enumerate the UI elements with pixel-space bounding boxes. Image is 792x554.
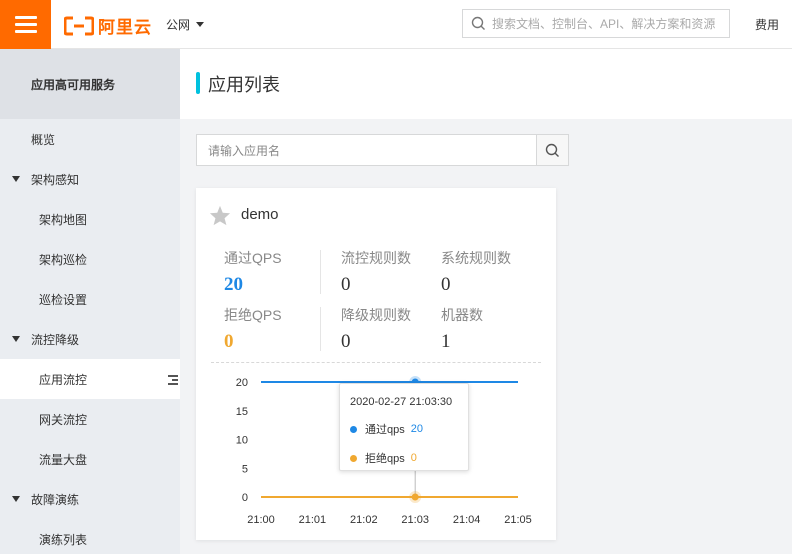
series-dot-icon xyxy=(350,425,357,433)
metric-degrade-rules: 降级规则数 0 xyxy=(341,305,411,353)
divider xyxy=(320,307,321,351)
metric-label: 降级规则数 xyxy=(341,307,411,323)
x-tick-label: 21:05 xyxy=(504,514,532,526)
tooltip-series-name: 通过qps xyxy=(365,424,405,436)
aliyun-logo[interactable]: 阿里云 xyxy=(64,13,152,38)
series-dot-icon xyxy=(350,454,357,462)
tooltip-row: 拒绝qps 0 xyxy=(350,450,458,466)
app-search: 请输入应用名 xyxy=(196,134,569,166)
page-title: 应用列表 xyxy=(208,75,280,95)
sidebar-item-architecture-map[interactable]: 架构地图 xyxy=(0,199,180,239)
search-placeholder: 搜索文档、控制台、API、解决方案和资源 xyxy=(492,17,716,31)
tooltip-row: 通过qps 20 xyxy=(350,421,458,437)
menu-icon-line xyxy=(14,23,37,26)
y-tick-label: 20 xyxy=(236,377,248,389)
sidebar-item-label: 流量大盘 xyxy=(39,452,88,467)
dashed-divider xyxy=(211,362,541,363)
app-card: demo 通过QPS 20 流控规则数 0 系统规则数 0 拒绝QPS 0 降级… xyxy=(196,188,556,540)
sidebar-group-flow-control[interactable]: 流控降级 xyxy=(0,319,180,359)
sidebar-item-label: 网关流控 xyxy=(39,412,88,427)
metric-value: 0 xyxy=(441,274,451,295)
sidebar-item-label: 架构感知 xyxy=(31,172,80,187)
region-label: 公网 xyxy=(166,18,191,32)
y-tick-label: 10 xyxy=(236,435,248,447)
menu-icon-line xyxy=(14,16,37,19)
app-name[interactable]: demo xyxy=(241,206,279,223)
page-header: 应用列表 xyxy=(180,49,792,119)
x-tick-label: 21:02 xyxy=(350,514,378,526)
sidebar-item-architecture-inspection[interactable]: 架构巡检 xyxy=(0,239,180,279)
sidebar-item-label: 巡检设置 xyxy=(39,292,88,307)
collapse-icon-line xyxy=(172,379,178,381)
metric-label: 流控规则数 xyxy=(341,250,411,266)
caret-down-icon xyxy=(12,336,20,342)
metric-label: 通过QPS xyxy=(224,250,282,266)
top-bar: 阿里云 公网 搜索文档、控制台、API、解决方案和资源 费用 xyxy=(0,0,792,49)
sidebar-item-inspection-settings[interactable]: 巡检设置 xyxy=(0,279,180,319)
metric-value: 0 xyxy=(224,331,234,352)
sidebar-item-label: 流控降级 xyxy=(31,332,80,347)
collapse-icon-line xyxy=(168,375,178,377)
metric-label: 机器数 xyxy=(441,307,483,323)
metric-value: 1 xyxy=(441,331,451,352)
metric-label: 系统规则数 xyxy=(441,250,511,266)
app-search-button[interactable] xyxy=(536,135,568,165)
search-icon xyxy=(471,16,485,30)
sidebar-collapse-icon[interactable] xyxy=(166,370,180,390)
y-tick-label: 0 xyxy=(242,492,248,504)
x-tick-label: 21:01 xyxy=(299,514,327,526)
metric-value: 0 xyxy=(341,274,351,295)
global-search-input[interactable]: 搜索文档、控制台、API、解决方案和资源 xyxy=(462,9,730,38)
sidebar-item-label: 演练列表 xyxy=(39,532,88,547)
metric-flow-rules: 流控规则数 0 xyxy=(341,248,411,296)
sidebar-item-label: 架构地图 xyxy=(39,212,88,227)
star-icon[interactable] xyxy=(209,205,231,226)
sidebar-item-gateway-flow-control[interactable]: 网关流控 xyxy=(0,399,180,439)
fee-link[interactable]: 费用 xyxy=(755,16,779,33)
divider xyxy=(320,250,321,294)
tooltip-series-value: 20 xyxy=(410,423,423,435)
sidebar-item-drill-list[interactable]: 演练列表 xyxy=(0,519,180,554)
metric-pass-qps: 通过QPS 20 xyxy=(224,248,282,296)
metric-value: 20 xyxy=(224,274,243,295)
sidebar-item-label: 架构巡检 xyxy=(39,252,88,267)
search-icon xyxy=(545,143,559,157)
sidebar-item-app-flow-control[interactable]: 应用流控 xyxy=(0,359,180,399)
caret-down-icon xyxy=(12,176,20,182)
chart-tooltip: 2020-02-27 21:03:30 通过qps 20 拒绝qps 0 xyxy=(339,383,469,471)
metric-machines: 机器数 1 xyxy=(441,305,483,353)
sidebar-header: 应用高可用服务 xyxy=(0,49,180,119)
caret-down-icon xyxy=(196,22,205,27)
sidebar-group-architecture[interactable]: 架构感知 xyxy=(0,159,180,199)
metric-value: 0 xyxy=(341,331,351,352)
sidebar-item-overview[interactable]: 概览 xyxy=(0,119,180,159)
sidebar-item-label: 应用流控 xyxy=(39,372,88,387)
caret-down-icon xyxy=(12,496,20,502)
sidebar-item-label: 概览 xyxy=(31,132,56,147)
title-accent-bar xyxy=(196,72,200,94)
metric-system-rules: 系统规则数 0 xyxy=(441,248,511,296)
aliyun-logo-icon xyxy=(64,16,94,35)
app-search-input[interactable]: 请输入应用名 xyxy=(197,135,536,165)
sidebar-group-fault-drill[interactable]: 故障演练 xyxy=(0,479,180,519)
menu-icon-line xyxy=(14,30,37,33)
hamburger-menu-button[interactable] xyxy=(0,0,51,49)
metric-label: 拒绝QPS xyxy=(224,307,282,323)
metric-block-qps: 拒绝QPS 0 xyxy=(224,305,282,353)
tooltip-time: 2020-02-27 21:03:30 xyxy=(350,396,453,408)
sidebar-item-label: 故障演练 xyxy=(31,492,80,507)
logo-text: 阿里云 xyxy=(98,18,152,37)
collapse-icon-line xyxy=(168,383,178,385)
x-tick-label: 21:04 xyxy=(453,514,481,526)
x-tick-label: 21:03 xyxy=(401,514,429,526)
tooltip-series-value: 0 xyxy=(410,452,417,464)
hover-point xyxy=(411,493,419,501)
region-selector[interactable]: 公网 xyxy=(166,16,205,33)
y-tick-label: 15 xyxy=(236,406,248,418)
x-tick-label: 21:00 xyxy=(247,514,275,526)
tooltip-series-name: 拒绝qps xyxy=(365,453,405,465)
sidebar: 应用高可用服务 概览 架构感知 架构地图 架构巡检 巡检设置 流控降级 应用流控… xyxy=(0,49,180,554)
sidebar-item-traffic-dashboard[interactable]: 流量大盘 xyxy=(0,439,180,479)
y-tick-label: 5 xyxy=(242,463,248,475)
